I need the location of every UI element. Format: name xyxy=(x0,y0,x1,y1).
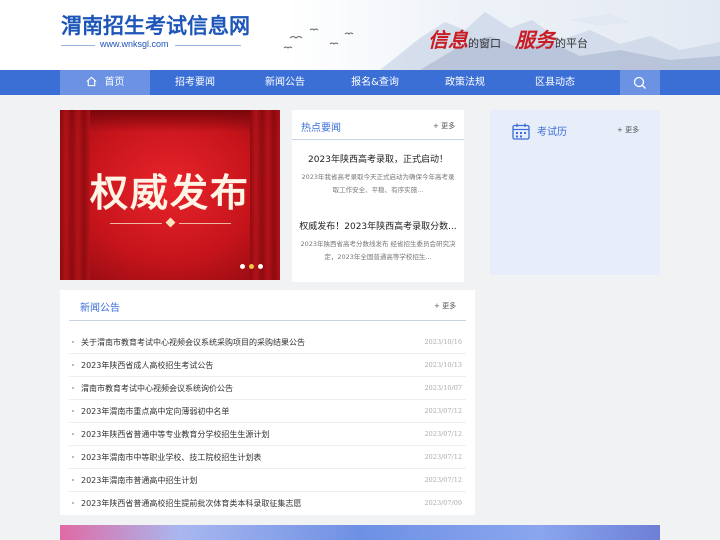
hot-news-title: 热点要闻 xyxy=(301,123,341,134)
list-item-date: 2023/07/12 xyxy=(424,407,462,415)
divider xyxy=(61,45,95,46)
list-item-date: 2023/10/16 xyxy=(424,338,462,346)
hot-news-more-link[interactable]: + 更多 xyxy=(433,121,455,131)
nav-item-home[interactable]: 首页 xyxy=(60,70,150,95)
list-item-date: 2023/07/09 xyxy=(424,499,462,507)
site-url: www.wnksgl.com xyxy=(100,39,169,49)
decoration-line xyxy=(179,223,231,224)
hot-news-panel: 热点要闻 + 更多 2023年陕西高考录取，正式启动！ 2023年我省高考录取今… xyxy=(292,110,464,282)
divider xyxy=(292,139,464,140)
bullet xyxy=(72,479,74,481)
list-item[interactable]: 2023年渭南市中等职业学校、技工院校招生计划表 2023/07/12 xyxy=(69,446,466,469)
list-item-date: 2023/10/13 xyxy=(424,361,462,369)
list-item[interactable]: 2023年陕西省成人高校招生考试公告 2023/10/13 xyxy=(69,354,466,377)
list-item-title[interactable]: 渭南市教育考试中心视频会议系统询价公告 xyxy=(81,383,233,394)
announcements-more-link[interactable]: + 更多 xyxy=(434,301,456,311)
carousel-slide[interactable]: 权威发布 xyxy=(60,110,280,280)
bottom-banner-image[interactable] xyxy=(60,525,660,540)
nav-item-district-news[interactable]: 区县动态 xyxy=(510,70,600,95)
search-button[interactable] xyxy=(620,70,660,95)
list-item-title[interactable]: 2023年陕西省普通中等专业教育分学校招生生源计划 xyxy=(81,429,269,440)
divider xyxy=(69,320,466,321)
list-item[interactable]: 渭南市教育考试中心视频会议系统询价公告 2023/10/07 xyxy=(69,377,466,400)
list-item[interactable]: 2023年陕西省普通中等专业教育分学校招生生源计划 2023/07/12 xyxy=(69,423,466,446)
nav-item-label: 首页 xyxy=(104,77,125,88)
nav-item-announcements[interactable]: 新闻公告 xyxy=(240,70,330,95)
search-icon xyxy=(633,76,646,89)
hot-news-headline[interactable]: 2023年陕西高考录取，正式启动！ xyxy=(292,152,464,165)
bullet xyxy=(72,364,74,366)
list-item-date: 2023/10/07 xyxy=(424,384,462,392)
list-item[interactable]: 2023年渭南市普通高中招生计划 2023/07/12 xyxy=(69,469,466,492)
list-item-title[interactable]: 2023年陕西省成人高校招生考试公告 xyxy=(81,360,213,371)
nav-item-exam-news[interactable]: 招考要闻 xyxy=(150,70,240,95)
calendar-icon xyxy=(512,123,530,140)
home-icon xyxy=(86,76,96,86)
list-item-date: 2023/07/12 xyxy=(424,453,462,461)
list-item[interactable]: 2023年渭南市重点高中定向薄弱初中名单 2023/07/12 xyxy=(69,400,466,423)
decoration-diamond xyxy=(165,217,176,228)
curtain-decoration xyxy=(60,110,280,132)
list-item-title[interactable]: 2023年渭南市普通高中招生计划 xyxy=(81,475,197,486)
list-item-title[interactable]: 2023年渭南市重点高中定向薄弱初中名单 xyxy=(81,406,229,417)
hot-news-summary: 2023年陕西省高考分数线发布 经省招生委员会研究决定，2023年全国普通高等学… xyxy=(300,240,456,261)
list-item[interactable]: 2023年陕西省普通高校招生提前批次体育类本科录取征集志愿 2023/07/09 xyxy=(69,492,466,515)
decoration-line xyxy=(110,223,162,224)
carousel-dots xyxy=(240,264,263,269)
bullet xyxy=(72,387,74,389)
exam-calendar-panel: 考试历 + 更多 xyxy=(490,110,660,275)
nav-item-registration-query[interactable]: 报名&查询 xyxy=(330,70,420,95)
announcements-panel: 新闻公告 + 更多 关于渭南市教育考试中心视频会议系统采购项目的采购结果公告 2… xyxy=(60,290,475,515)
slogan-word-2: 服务 xyxy=(515,28,555,52)
slogan-word-1: 信息 xyxy=(428,28,468,52)
slogan-text-1: 的窗口 xyxy=(468,37,501,50)
slogan: 信息的窗口 服务的平台 xyxy=(428,24,588,53)
list-item[interactable]: 关于渭南市教育考试中心视频会议系统采购项目的采购结果公告 2023/10/16 xyxy=(69,331,466,354)
announcements-title: 新闻公告 xyxy=(80,303,120,314)
nav-item-policy[interactable]: 政策法规 xyxy=(420,70,510,95)
bullet xyxy=(72,456,74,458)
hot-news-headline[interactable]: 权威发布！2023年陕西高考录取分数... xyxy=(292,219,464,232)
bullet xyxy=(72,410,74,412)
carousel-dot[interactable] xyxy=(240,264,245,269)
list-item-title[interactable]: 2023年陕西省普通高校招生提前批次体育类本科录取征集志愿 xyxy=(81,498,301,509)
site-title[interactable]: 渭南招生考试信息网 xyxy=(61,10,250,40)
bullet xyxy=(72,341,74,343)
bullet xyxy=(72,502,74,504)
bullet xyxy=(72,433,74,435)
slogan-text-2: 的平台 xyxy=(555,37,588,50)
list-item-title[interactable]: 2023年渭南市中等职业学校、技工院校招生计划表 xyxy=(81,452,261,463)
hot-news-summary: 2023年我省高考录取今天正式启动为确保今年高考录取工作安全、平稳、有序实施..… xyxy=(301,173,455,194)
list-item-date: 2023/07/12 xyxy=(424,430,462,438)
list-item-date: 2023/07/12 xyxy=(424,476,462,484)
carousel-image-text: 权威发布 xyxy=(89,171,250,215)
divider xyxy=(175,45,241,46)
exam-calendar-title: 考试历 xyxy=(537,127,567,138)
carousel-dot-active[interactable] xyxy=(249,264,254,269)
main-nav: 首页 招考要闻 新闻公告 报名&查询 政策法规 区县动态 xyxy=(0,70,720,95)
carousel-dot[interactable] xyxy=(258,264,263,269)
site-header: 渭南招生考试信息网 www.wnksgl.com 信息的窗口 服务的平台 xyxy=(0,0,720,70)
list-item-title[interactable]: 关于渭南市教育考试中心视频会议系统采购项目的采购结果公告 xyxy=(81,337,305,348)
exam-calendar-more-link[interactable]: + 更多 xyxy=(617,125,639,135)
